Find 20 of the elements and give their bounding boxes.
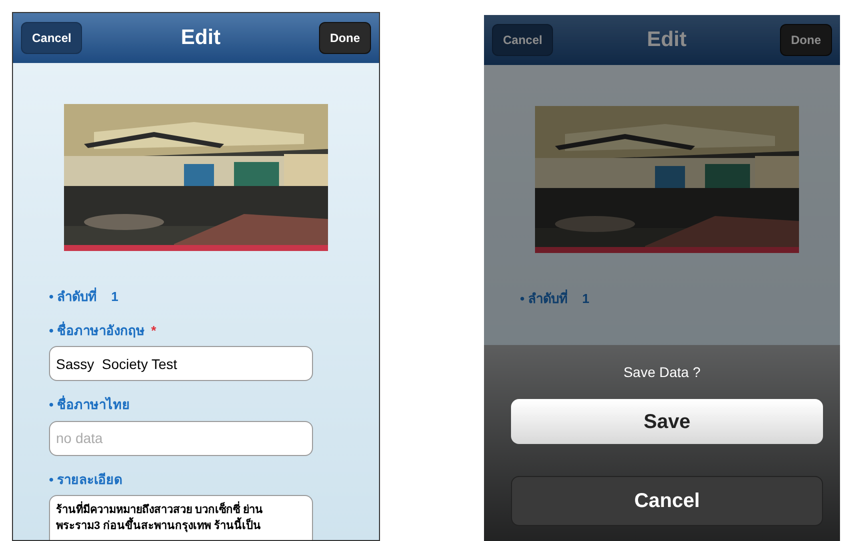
- screen-title: Edit: [646, 27, 687, 54]
- cancel-button[interactable]: Cancel: [492, 24, 554, 56]
- required-mark: *: [151, 322, 156, 340]
- field-value: 1: [111, 288, 118, 306]
- field-label: • รายละเอียด: [49, 470, 122, 488]
- text-area[interactable]: ร้านที่มีความหมายถึงสาวสวย บวกเซ็กซี่ ย่าน พระราม3 ก่อนขึ้นสะพานกรุงเทพ ร้านนี้เป็น: [49, 495, 313, 540]
- field-label: • ชื่อภาษาไทย: [49, 395, 130, 414]
- cancel-button[interactable]: Cancel: [21, 22, 82, 54]
- field-label: • ชื่อภาษาอังกฤษ: [49, 320, 146, 340]
- screen-title: Edit: [180, 25, 221, 52]
- done-button[interactable]: Done: [319, 22, 371, 54]
- field-label: • ลำดับที่: [520, 289, 568, 308]
- field-value: 1: [582, 290, 590, 308]
- done-button[interactable]: Done: [780, 24, 832, 56]
- cancel-button[interactable]: Cancel: [511, 476, 823, 526]
- save-button[interactable]: Save: [511, 399, 823, 444]
- input-field[interactable]: Sassy Society Test: [49, 346, 313, 381]
- sheet-title: Save Data ?: [623, 363, 701, 382]
- input-field[interactable]: no data: [49, 420, 313, 456]
- field-label: • ลำดับที่: [49, 287, 98, 306]
